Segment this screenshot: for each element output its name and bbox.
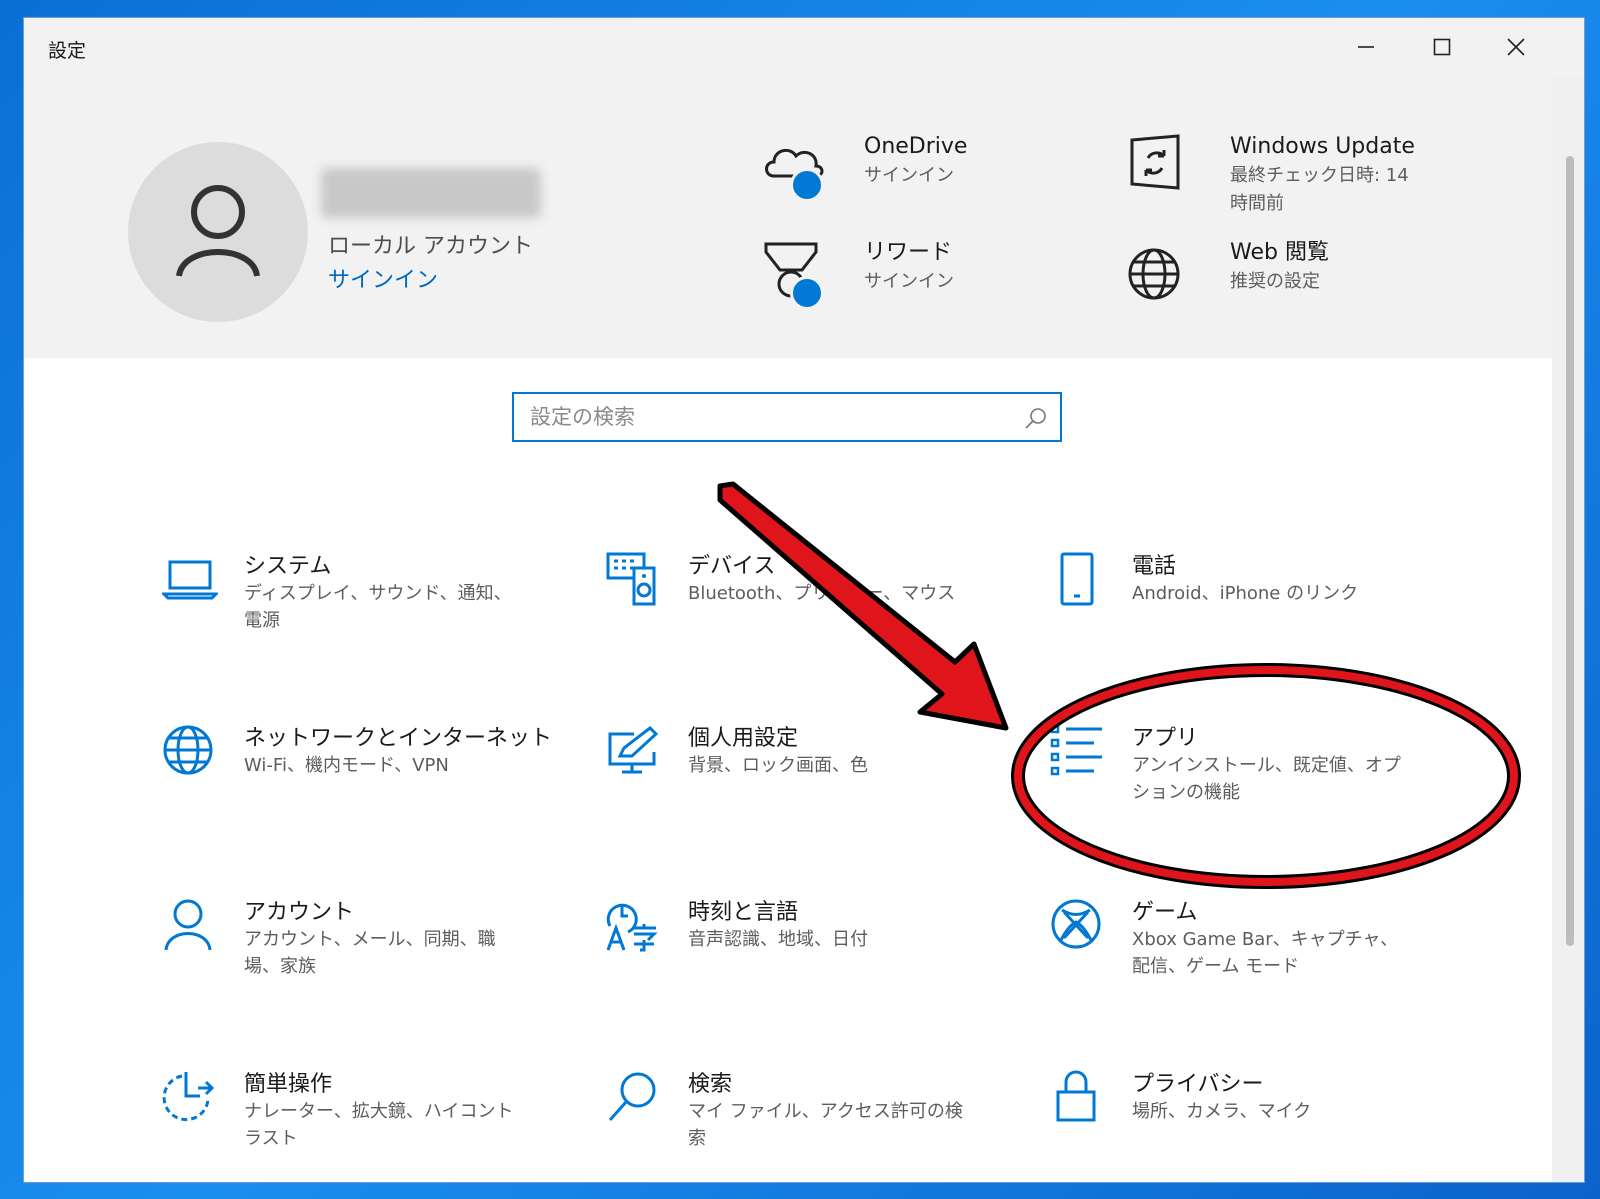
- tile-ease-of-access-name: 簡単操作: [244, 1072, 333, 1097]
- onedrive-title: OneDrive: [864, 134, 968, 159]
- web-browsing-title: Web 閲覧: [1230, 240, 1329, 265]
- tile-personalization-name: 個人用設定: [688, 726, 799, 751]
- tile-privacy-name: プライバシー: [1132, 1072, 1264, 1097]
- windows-update-sub: 最終チェック日時: 14 時間前: [1230, 165, 1409, 214]
- globe-icon: [1126, 238, 1196, 308]
- tile-search-name: 検索: [688, 1072, 733, 1097]
- tile-gaming-name: ゲーム: [1132, 900, 1198, 925]
- close-icon: [1507, 38, 1525, 56]
- tile-privacy-desc: 場所、カメラ、マイク: [1132, 1101, 1312, 1122]
- quick-rewards[interactable]: リワード サインイン: [760, 238, 1064, 310]
- tile-search-desc: マイ ファイル、アクセス許可の検索: [688, 1101, 963, 1149]
- personalize-icon: [608, 726, 659, 774]
- account-type-label: ローカル アカウント: [328, 234, 533, 259]
- onedrive-icon: [760, 132, 830, 202]
- account-header: ローカル アカウント サインイン OneDrive サインイン Windows …: [24, 76, 1552, 358]
- onedrive-sub: サインイン: [864, 165, 954, 186]
- minimize-button[interactable]: [1328, 18, 1404, 76]
- quick-windows-update[interactable]: Windows Update 最終チェック日時: 14 時間前: [1126, 132, 1430, 218]
- scrollbar[interactable]: [1552, 76, 1584, 1182]
- phone-icon: [1060, 552, 1094, 606]
- tile-accounts-name: アカウント: [244, 900, 355, 925]
- rewards-title: リワード: [864, 240, 953, 265]
- ease-of-access-icon: [162, 1072, 215, 1122]
- tile-ease-of-access[interactable]: 簡単操作 ナレーター、拡大鏡、ハイコントラスト: [162, 1070, 562, 1182]
- signin-link[interactable]: サインイン: [328, 262, 438, 294]
- tile-personalization[interactable]: 個人用設定 背景、ロック画面、色: [606, 724, 1006, 844]
- tile-ease-of-access-desc: ナレーター、拡大鏡、ハイコントラスト: [244, 1101, 514, 1149]
- window-title: 設定: [48, 40, 87, 62]
- close-button[interactable]: [1478, 18, 1554, 76]
- lock-icon: [1056, 1070, 1096, 1122]
- tile-phone[interactable]: 電話 Android、iPhone のリンク: [1050, 552, 1450, 672]
- tile-devices[interactable]: デバイス Bluetooth、プリンター、マウス: [606, 552, 1006, 672]
- tile-network[interactable]: ネットワークとインターネット Wi-Fi、機内モード、VPN: [162, 724, 562, 844]
- devices-icon: [606, 552, 656, 606]
- person-icon: [164, 899, 212, 951]
- tile-phone-name: 電話: [1132, 554, 1177, 579]
- status-dot: [790, 276, 824, 310]
- search-input[interactable]: [528, 394, 1012, 440]
- tile-time-language-name: 時刻と言語: [688, 900, 799, 925]
- quick-web-browsing[interactable]: Web 閲覧 推奨の設定: [1126, 238, 1430, 308]
- tile-network-desc: Wi-Fi、機内モード、VPN: [244, 755, 449, 776]
- status-dot: [790, 168, 824, 202]
- tile-accounts-desc: アカウント、メール、同期、職場、家族: [244, 929, 496, 977]
- maximize-icon: [1433, 38, 1451, 56]
- tile-privacy[interactable]: プライバシー 場所、カメラ、マイク: [1050, 1070, 1450, 1182]
- title-bar: 設定: [24, 18, 1584, 76]
- tile-personalization-desc: 背景、ロック画面、色: [688, 755, 868, 776]
- search-icon: [608, 1072, 656, 1121]
- tile-network-name: ネットワークとインターネット: [244, 726, 553, 751]
- xbox-icon: [1051, 899, 1101, 949]
- user-avatar-icon: [176, 185, 260, 277]
- tile-search[interactable]: 検索 マイ ファイル、アクセス許可の検索: [606, 1070, 1006, 1182]
- scrollbar-thumb[interactable]: [1566, 156, 1574, 946]
- tile-gaming[interactable]: ゲーム Xbox Game Bar、キャプチャ、配信、ゲーム モード: [1050, 898, 1450, 1018]
- tile-system-desc: ディスプレイ、サウンド、通知、電源: [244, 583, 512, 631]
- maximize-button[interactable]: [1404, 18, 1480, 76]
- rewards-icon: [760, 238, 830, 310]
- search-icon[interactable]: [1024, 406, 1048, 430]
- windows-update-title: Windows Update: [1230, 134, 1415, 159]
- web-browsing-sub: 推奨の設定: [1230, 271, 1320, 292]
- windows-update-icon: [1126, 132, 1196, 202]
- tile-apps-desc: アンインストール、既定値、オプションの機能: [1132, 755, 1401, 803]
- time-language-icon: [606, 903, 658, 952]
- tile-devices-name: デバイス: [688, 554, 776, 579]
- tile-system[interactable]: システム ディスプレイ、サウンド、通知、電源: [162, 552, 562, 672]
- minimize-icon: [1358, 46, 1374, 48]
- laptop-icon: [162, 560, 218, 600]
- tile-accounts[interactable]: アカウント アカウント、メール、同期、職場、家族: [162, 898, 562, 1018]
- tile-devices-desc: Bluetooth、プリンター、マウス: [688, 583, 956, 604]
- tile-gaming-desc: Xbox Game Bar、キャプチャ、配信、ゲーム モード: [1132, 929, 1399, 977]
- rewards-sub: サインイン: [864, 271, 954, 292]
- tile-apps-name: アプリ: [1132, 726, 1199, 751]
- globe-icon: [163, 725, 213, 775]
- tile-system-name: システム: [244, 554, 332, 579]
- settings-search-box[interactable]: [512, 392, 1062, 442]
- avatar[interactable]: [128, 142, 308, 322]
- tile-phone-desc: Android、iPhone のリンク: [1132, 583, 1359, 604]
- tile-apps[interactable]: アプリ アンインストール、既定値、オプションの機能: [1050, 724, 1450, 844]
- settings-window: 設定 ローカル アカウント サインイン OneDrive サインイン Windo…: [24, 18, 1584, 1182]
- tile-time-language[interactable]: 時刻と言語 音声認識、地域、日付: [606, 898, 1006, 1018]
- apps-list-icon: [1050, 724, 1102, 776]
- username-redacted: [321, 168, 541, 218]
- quick-onedrive[interactable]: OneDrive サインイン: [760, 132, 1064, 202]
- tile-time-language-desc: 音声認識、地域、日付: [688, 929, 868, 950]
